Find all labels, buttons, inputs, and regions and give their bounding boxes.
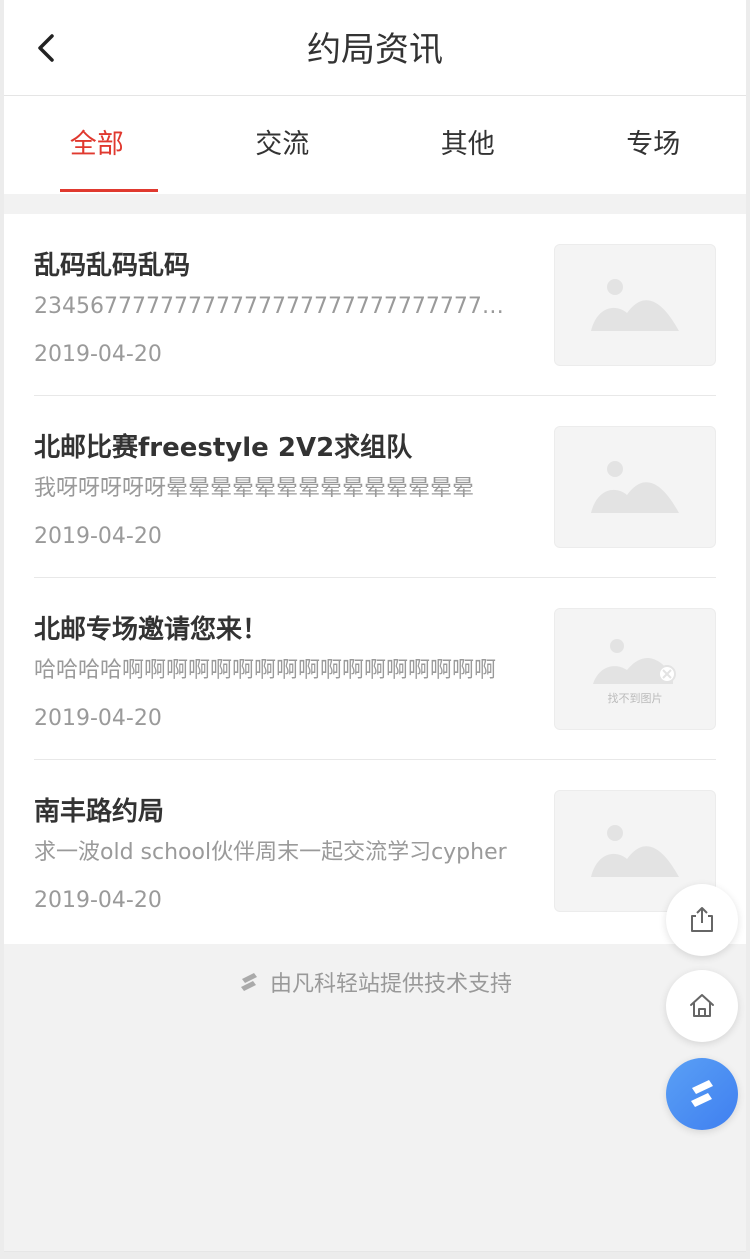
article-list: 乱码乱码乱码 234567777777777777777777777777777… — [4, 214, 746, 944]
item-date: 2019-04-20 — [34, 706, 162, 731]
tab-special[interactable]: 专场 — [561, 96, 747, 194]
share-button[interactable] — [666, 884, 738, 956]
footer-text[interactable]: 由凡科轻站提供技术支持 — [270, 966, 512, 998]
image-placeholder-icon — [591, 825, 679, 877]
section-divider — [4, 194, 746, 214]
share-icon — [691, 907, 713, 932]
item-summary: 我呀呀呀呀呀晕晕晕晕晕晕晕晕晕晕晕晕晕晕 — [34, 476, 475, 501]
item-date: 2019-04-20 — [34, 888, 162, 913]
tab-bar: 全部 交流 其他 专场 — [4, 96, 746, 194]
header: 约局资讯 — [4, 0, 746, 96]
brand-logo-icon — [240, 973, 257, 991]
tab-all[interactable]: 全部 — [4, 96, 190, 194]
list-item[interactable]: 南丰路约局 求一波old school伙伴周末一起交流学习cypher 2019… — [34, 760, 716, 944]
image-placeholder-icon — [591, 279, 679, 331]
thumbnail-caption: 找不到图片 — [607, 692, 663, 705]
item-summary: 求一波old school伙伴周末一起交流学习cypher — [34, 840, 507, 865]
page: 约局资讯 全部 交流 其他 专场 乱码乱码乱码 2345677777777777… — [4, 0, 746, 1252]
item-thumbnail — [554, 426, 716, 548]
home-icon — [690, 994, 714, 1017]
tab-other[interactable]: 其他 — [375, 96, 561, 194]
item-title: 南丰路约局 — [34, 797, 165, 827]
tab-exchange[interactable]: 交流 — [190, 96, 376, 194]
brand-button[interactable] — [666, 1058, 738, 1130]
item-thumbnail: 找不到图片 — [554, 608, 716, 730]
item-summary: 哈哈哈哈啊啊啊啊啊啊啊啊啊啊啊啊啊啊啊啊啊 — [34, 658, 497, 683]
image-placeholder-icon — [591, 461, 679, 513]
item-title: 北邮专场邀请您来！ — [34, 615, 269, 645]
item-title: 北邮比赛freestyle 2V2求组队 — [34, 433, 413, 463]
page-title: 约局资讯 — [307, 30, 443, 70]
item-title: 乱码乱码乱码 — [34, 251, 191, 281]
image-not-found-icon — [593, 639, 676, 684]
item-date: 2019-04-20 — [34, 342, 162, 367]
home-button[interactable] — [666, 970, 738, 1042]
list-item[interactable]: 乱码乱码乱码 234567777777777777777777777777777… — [34, 214, 716, 396]
brand-logo-icon — [691, 1080, 713, 1107]
item-summary: 2345677777777777777777777777777777777 — [34, 294, 509, 319]
item-date: 2019-04-20 — [34, 524, 162, 549]
list-item[interactable]: 北邮比赛freestyle 2V2求组队 我呀呀呀呀呀晕晕晕晕晕晕晕晕晕晕晕晕晕… — [34, 396, 716, 578]
item-thumbnail — [554, 244, 716, 366]
footer: 由凡科轻站提供技术支持 — [4, 966, 746, 998]
list-item[interactable]: 北邮专场邀请您来！ 哈哈哈哈啊啊啊啊啊啊啊啊啊啊啊啊啊啊啊啊啊 2019-04-… — [34, 578, 716, 760]
